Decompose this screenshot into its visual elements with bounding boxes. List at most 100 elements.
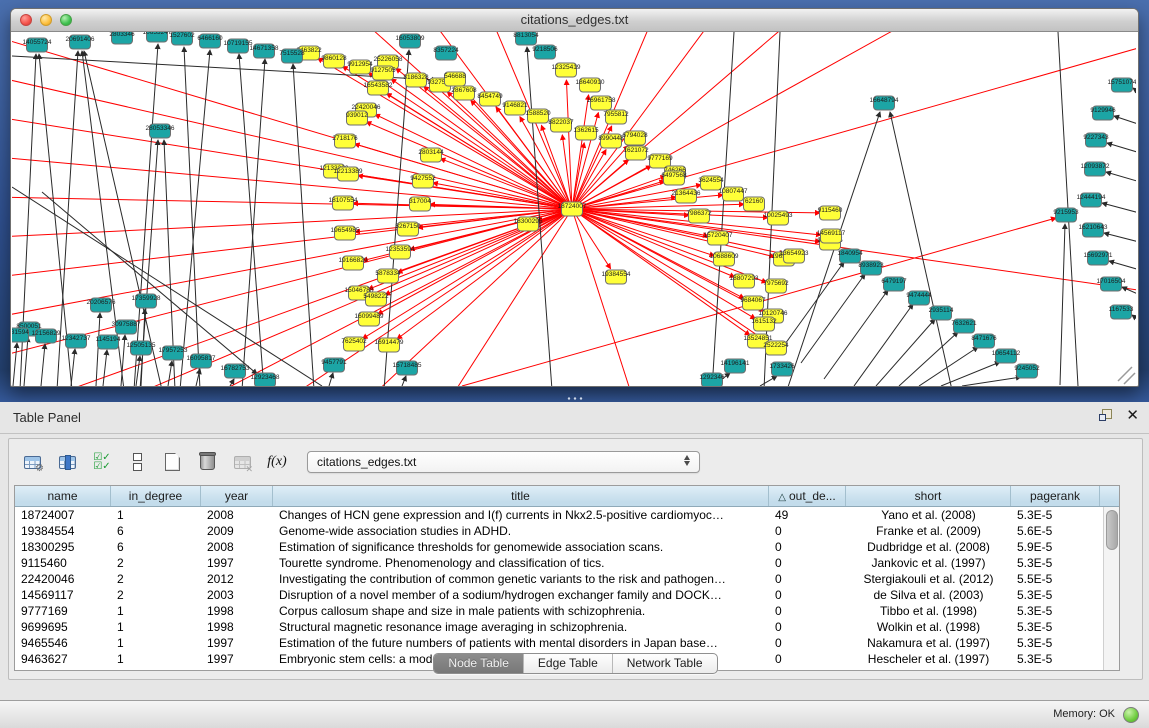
graph-node[interactable]: 2522254 (763, 341, 789, 355)
table-cell[interactable]: 5.5E-5 (1011, 571, 1100, 587)
graph-node[interactable]: 17957253 (159, 346, 188, 360)
table-row[interactable]: 2242004622012Investigating the contribut… (15, 571, 1119, 587)
graph-node[interactable]: 7986372 (686, 209, 712, 223)
graph-node[interactable]: 546688 (444, 72, 466, 86)
table-cell[interactable]: 1998 (201, 603, 273, 619)
table-cell[interactable]: 0 (769, 523, 846, 539)
table-cell[interactable]: 5.3E-5 (1011, 587, 1100, 603)
graph-node[interactable]: 16095817 (187, 354, 216, 368)
graph-node[interactable]: 331594 (12, 328, 29, 342)
graph-node[interactable]: 9684067 (740, 296, 766, 310)
table-cell[interactable]: Disruption of a novel member of a sodium… (273, 587, 769, 603)
table-cell[interactable]: 5.3E-5 (1011, 635, 1100, 651)
graph-node[interactable]: 13654923 (780, 249, 809, 263)
delete-table-button[interactable]: ✕ (229, 449, 255, 475)
graph-node[interactable]: 16961758 (587, 96, 616, 110)
table-row[interactable]: 946554611997Estimation of the future num… (15, 635, 1119, 651)
graph-node[interactable]: 10025493 (764, 211, 793, 225)
network-canvas-container[interactable]: 1872400794638229860128991295425226058912… (12, 32, 1136, 386)
graph-node[interactable]: 1362615 (573, 126, 599, 140)
graph-node[interactable]: 5498222 (363, 292, 389, 306)
graph-node[interactable]: 8471676 (971, 334, 997, 348)
table-cell[interactable]: 5.3E-5 (1011, 555, 1100, 571)
graph-node[interactable]: 17016504 (1097, 277, 1126, 291)
table-cell[interactable]: 2003 (201, 587, 273, 603)
graph-node[interactable]: 12213389 (334, 167, 363, 181)
table-dropdown[interactable]: citations_edges.txt (307, 451, 700, 473)
graph-node[interactable]: 8822037 (548, 118, 574, 132)
graph-node[interactable]: 9245052 (1014, 364, 1040, 378)
table-settings-button[interactable]: ⚙ (19, 449, 45, 475)
table-cell[interactable]: 0 (769, 635, 846, 651)
table-cell[interactable]: 0 (769, 539, 846, 555)
graph-node[interactable]: 6479197 (881, 277, 907, 291)
table-cell[interactable]: 2009 (201, 523, 273, 539)
table-row[interactable]: 1830029562008Estimation of significance … (15, 539, 1119, 555)
graph-node[interactable]: 18807293 (730, 274, 759, 288)
table-cell[interactable]: 5.9E-5 (1011, 539, 1100, 555)
graph-node[interactable]: 8267150 (395, 222, 421, 236)
table-cell[interactable]: Corpus callosum shape and size in male p… (273, 603, 769, 619)
graph-node[interactable]: 9129946 (1090, 106, 1116, 120)
table-row[interactable]: 969969511998Structural magnetic resonanc… (15, 619, 1119, 635)
table-cell[interactable]: 5.6E-5 (1011, 523, 1100, 539)
table-cell[interactable]: 1 (111, 619, 201, 635)
table-cell[interactable]: 14569117 (15, 587, 111, 603)
graph-node[interactable]: 8813054 (513, 32, 539, 45)
tab-network-table[interactable]: Network Table (613, 654, 717, 673)
table-row[interactable]: 1872400712008Changes of HCN gene express… (15, 507, 1119, 523)
graph-node[interactable]: 30975887 (112, 320, 141, 334)
graph-node[interactable]: 7515528 (279, 49, 305, 63)
graph-node[interactable]: 14569117 (817, 229, 846, 243)
graph-node[interactable]: 8990448 (598, 134, 624, 148)
graph-node[interactable]: 21364436 (672, 189, 701, 203)
table-cell[interactable]: 22420046 (15, 571, 111, 587)
column-header-in_degree[interactable]: in_degree (111, 486, 201, 506)
graph-node[interactable]: 8938923 (858, 261, 884, 275)
table-body[interactable]: 1872400712008Changes of HCN gene express… (15, 507, 1119, 667)
graph-node[interactable]: 2803144 (418, 148, 444, 162)
table-cell[interactable]: 2 (111, 555, 201, 571)
network-window[interactable]: citations_edges.txt 18724007946382298601… (10, 8, 1139, 387)
graph-node[interactable]: 9860128 (321, 54, 347, 68)
graph-node[interactable]: 16782753 (221, 364, 250, 378)
graph-node[interactable]: 2718176 (332, 134, 358, 148)
graph-node[interactable]: 16053809 (396, 34, 425, 48)
graph-node[interactable]: 16210643 (1079, 223, 1108, 237)
table-cell[interactable]: Structural magnetic resonance image aver… (273, 619, 769, 635)
graph-node[interactable]: 10688609 (710, 252, 739, 266)
column-header-pagerank[interactable]: pagerank (1011, 486, 1100, 506)
graph-node[interactable]: 939012 (346, 111, 368, 125)
graph-node[interactable]: 9227343 (1083, 133, 1109, 147)
table-header-row[interactable]: namein_degreeyeartitle△out_de...shortpag… (15, 486, 1119, 507)
table-cell[interactable]: 2008 (201, 539, 273, 555)
graph-node[interactable]: 7955812 (603, 110, 629, 124)
graph-node[interactable]: 15720407 (704, 231, 733, 245)
table-cell[interactable]: 49 (769, 507, 846, 523)
table-cell[interactable]: 5.3E-5 (1011, 507, 1100, 523)
table-cell[interactable]: 1 (111, 603, 201, 619)
table-cell[interactable]: Tibbo et al. (1998) (846, 603, 1011, 619)
table-cell[interactable]: Stergiakouli et al. (2012) (846, 571, 1011, 587)
graph-node[interactable]: 15692971 (1084, 251, 1113, 265)
table-cell[interactable]: 0 (769, 555, 846, 571)
graph-node[interactable]: 9115460 (818, 206, 843, 220)
show-column-button[interactable] (54, 449, 80, 475)
graph-node[interactable]: 9127505 (370, 66, 396, 80)
graph-node[interactable]: 9427552 (410, 174, 436, 188)
graph-node[interactable]: 5878334 (375, 269, 401, 283)
table-cell[interactable]: Franke et al. (2009) (846, 523, 1011, 539)
table-row[interactable]: 911546021997Tourette syndrome. Phenomeno… (15, 555, 1119, 571)
table-cell[interactable]: Genome-wide association studies in ADHD. (273, 523, 769, 539)
table-cell[interactable]: 0 (769, 587, 846, 603)
graph-node[interactable]: 12093872 (1081, 162, 1110, 176)
pane-splitter-handle[interactable] (566, 396, 584, 401)
close-panel-icon[interactable]: ✕ (1126, 409, 1139, 422)
table-cell[interactable]: 1998 (201, 619, 273, 635)
graph-node[interactable]: 2803346 (109, 32, 135, 44)
graph-node[interactable]: 1621072 (623, 146, 649, 160)
graph-node[interactable]: 9457791 (321, 358, 347, 372)
graph-node[interactable]: 18640910 (576, 78, 605, 92)
graph-node[interactable]: 62160 (744, 197, 765, 211)
tab-node-table[interactable]: Node Table (434, 654, 524, 673)
